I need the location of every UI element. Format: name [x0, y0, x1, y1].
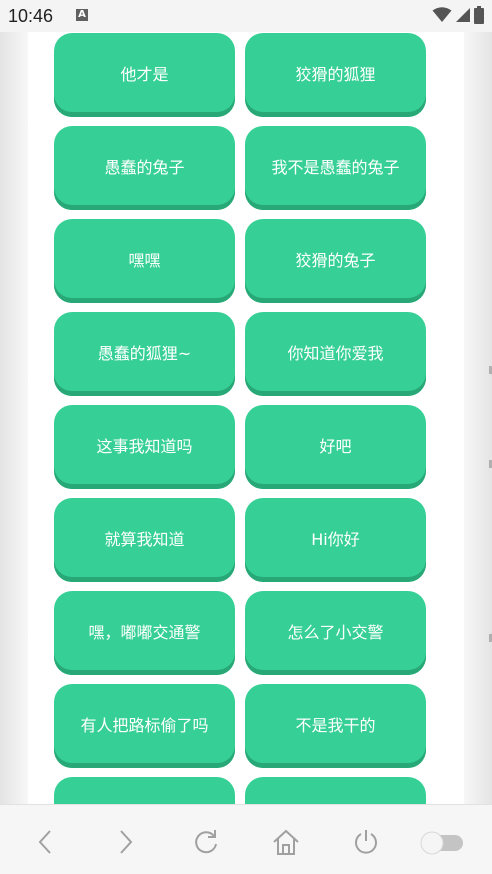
phrase-button[interactable] — [245, 777, 426, 804]
phrase-button[interactable]: 这事我知道吗 — [54, 405, 235, 489]
phrase-button-grid: 他才是 狡猾的狐狸 愚蠢的兔子 我不是愚蠢的兔子 嘿嘿 狡猾的兔子 愚蠢的狐狸~… — [54, 33, 426, 804]
status-icons — [432, 6, 484, 24]
phrase-button[interactable]: 不是我干的 — [245, 684, 426, 768]
phrase-button[interactable]: 好吧 — [245, 405, 426, 489]
phrase-button[interactable] — [54, 777, 235, 804]
content-area: 他才是 狡猾的狐狸 愚蠢的兔子 我不是愚蠢的兔子 嘿嘿 狡猾的兔子 愚蠢的狐狸~… — [0, 32, 492, 804]
cellular-signal-icon — [456, 8, 470, 22]
back-arrow-icon[interactable] — [29, 825, 63, 859]
phrase-button[interactable]: 你知道你爱我 — [245, 312, 426, 396]
right-edge — [464, 32, 492, 804]
status-time: 10:46 — [8, 6, 54, 26]
status-bar: 10:46 A — [0, 0, 492, 32]
phrase-button[interactable]: 就算我知道 — [54, 498, 235, 582]
wifi-icon — [432, 7, 452, 22]
phrase-button[interactable]: 嘿，嘟嘟交通警 — [54, 591, 235, 675]
left-edge — [0, 32, 28, 804]
phrase-button[interactable]: 他才是 — [54, 33, 235, 117]
phrase-button[interactable]: Hi你好 — [245, 498, 426, 582]
bottom-nav-bar — [0, 804, 492, 874]
phrase-button[interactable]: 狡猾的狐狸 — [245, 33, 426, 117]
battery-icon — [474, 6, 484, 24]
phrase-panel: 他才是 狡猾的狐狸 愚蠢的兔子 我不是愚蠢的兔子 嘿嘿 狡猾的兔子 愚蠢的狐狸~… — [28, 32, 464, 804]
phrase-button[interactable]: 怎么了小交警 — [245, 591, 426, 675]
toggle-switch-icon[interactable] — [419, 825, 465, 859]
refresh-icon[interactable] — [189, 825, 223, 859]
power-icon[interactable] — [349, 825, 383, 859]
phrase-button[interactable]: 愚蠢的狐狸~ — [54, 312, 235, 396]
forward-arrow-icon[interactable] — [108, 825, 142, 859]
phrase-button[interactable]: 愚蠢的兔子 — [54, 126, 235, 210]
home-icon[interactable] — [269, 825, 303, 859]
phrase-button[interactable]: 有人把路标偷了吗 — [54, 684, 235, 768]
phrase-button[interactable]: 狡猾的兔子 — [245, 219, 426, 303]
app-notification-icon: A — [76, 9, 88, 21]
phrase-button[interactable]: 我不是愚蠢的兔子 — [245, 126, 426, 210]
phrase-button[interactable]: 嘿嘿 — [54, 219, 235, 303]
